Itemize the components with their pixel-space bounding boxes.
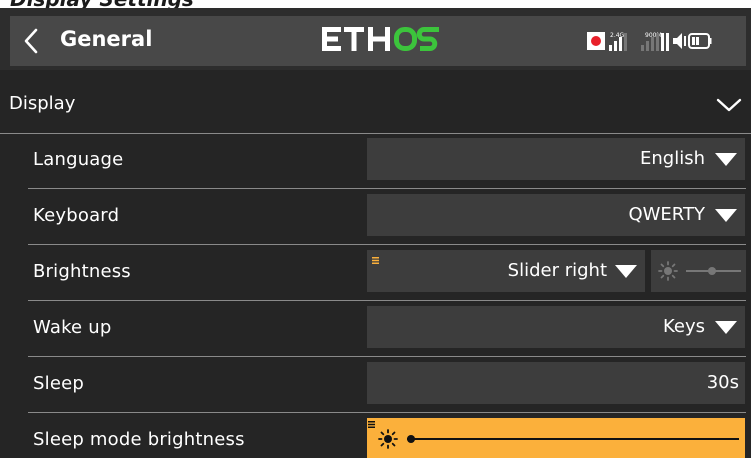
dropdown-arrow-icon [615,265,637,278]
sleep-mode-brightness-label: Sleep mode brightness [33,429,245,450]
page-title: General [60,27,153,51]
back-button[interactable] [10,16,52,66]
header-bar: General 2.4G 900M [0,8,751,70]
edit-lines-icon [368,421,375,428]
sleep-label: Sleep [33,373,85,394]
row-keyboard: Keyboard QWERTY [0,188,751,245]
row-sleep-mode-brightness: Sleep mode brightness [0,412,751,458]
row-language: Language English [0,132,751,189]
brightness-value: Slider right [507,260,607,281]
brightness-source-dropdown[interactable]: Slider right [367,250,645,292]
status-icons: 2.4G 900M [587,32,712,51]
ethos-screen: General 2.4G 900M Display Language Engli… [0,8,751,458]
brightness-slider[interactable] [651,250,746,292]
sleep-timeout-field[interactable]: 30s [367,362,745,404]
ethos-logo [322,27,439,51]
section-display-header[interactable]: Display [0,78,751,134]
keyboard-label: Keyboard [33,205,120,226]
wake-up-value: Keys [662,316,705,337]
row-brightness: Brightness Slider right [0,244,751,301]
sleep-value: 30s [706,372,739,393]
row-wake-up: Wake up Keys [0,300,751,357]
keyboard-value: QWERTY [628,204,705,225]
sun-icon [658,261,678,281]
battery-icon [688,33,712,49]
speaker-icon [673,33,686,49]
svg-text:2.4G: 2.4G [610,32,625,39]
language-value: English [640,148,705,169]
chevron-left-icon [24,28,38,54]
brightness-label: Brightness [33,261,131,282]
wake-up-dropdown[interactable]: Keys [367,306,745,348]
dropdown-arrow-icon [715,209,737,222]
sun-icon [378,429,398,449]
row-sleep: Sleep 30s [0,356,751,413]
record-icon [587,32,605,50]
brightness-slider-graphic [658,261,741,281]
sleep-brightness-slider-graphic [368,421,739,449]
clipped-heading: Display Settings [0,0,751,8]
wake-up-label: Wake up [33,317,112,338]
edit-lines-icon [372,257,379,264]
language-dropdown[interactable]: English [367,138,745,180]
keyboard-dropdown[interactable]: QWERTY [367,194,745,236]
dropdown-arrow-icon [715,321,737,334]
section-label: Display [9,93,76,114]
sleep-mode-brightness-slider[interactable] [367,418,745,458]
chevron-down-icon [716,98,742,112]
language-label: Language [33,149,124,170]
dropdown-arrow-icon [715,153,737,166]
